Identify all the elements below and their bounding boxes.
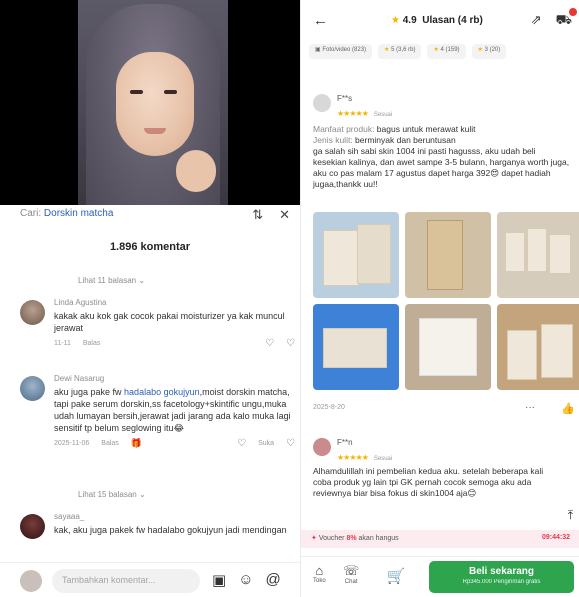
review-photo[interactable] (497, 304, 579, 390)
review-stars: ★★★★★ (337, 109, 369, 118)
review-date: 2025-8-20 (313, 404, 345, 411)
review-photo[interactable] (497, 212, 579, 298)
comment-username[interactable]: Linda Agustina (54, 298, 295, 307)
review-photo[interactable] (313, 304, 399, 390)
like-icon[interactable]: ♡ (237, 438, 246, 449)
comment-username[interactable]: Dewi Nasarug (54, 374, 295, 383)
comment-text: kakak aku kok gak cocok pakai moisturize… (54, 311, 285, 333)
chat-button[interactable]: ☏ Chat (343, 563, 359, 585)
cart-badge (569, 8, 577, 16)
chevron-down-icon: ⌄ (138, 276, 146, 285)
star-icon: ★ (384, 47, 390, 53)
reply-button[interactable]: Balas (101, 440, 119, 447)
chat-icon: ☏ (343, 563, 360, 578)
star-icon: ★ (391, 15, 400, 26)
comment-count: 1.896 komentar (109, 241, 191, 253)
review-photo[interactable] (405, 212, 491, 298)
image-icon[interactable]: ▣ (212, 571, 226, 589)
avatar[interactable] (20, 376, 45, 401)
comment-text: kak, aku juga pakek fw hadalabo gokujyun… (54, 525, 287, 535)
comment-item: Linda Agustina kakak aku kok gak cocok p… (20, 298, 295, 358)
mention-icon[interactable]: @ (266, 571, 281, 589)
thumbs-up-icon[interactable]: 👍 (561, 402, 575, 415)
buy-now-button[interactable]: Beli sekarang Rp345.000 Pengiriman grati… (429, 561, 574, 593)
share-icon[interactable]: ⇗ (531, 12, 542, 30)
view-replies-toggle[interactable]: Lihat 15 balasan ⌄ (78, 490, 146, 499)
emoji-icon[interactable]: ☺ (238, 571, 253, 589)
comment-time: 2025-11-06 (54, 440, 90, 447)
add-cart-icon: 🛒 (386, 568, 406, 585)
rating-value: 4.9 (402, 15, 417, 26)
search-hint-keyword[interactable]: Dorskin matcha (44, 208, 113, 219)
comment-item: sayaaa_ kak, aku juga pakek fw hadalabo … (20, 512, 295, 558)
scroll-to-top-icon[interactable]: ⤒ (568, 508, 573, 523)
dislike-icon[interactable]: ♡ (286, 338, 295, 349)
comment-mention-link[interactable]: hadalabo gokujyun (124, 387, 200, 397)
back-arrow-icon[interactable]: ← (313, 12, 328, 29)
filter-icon[interactable]: ⇅ (252, 207, 263, 223)
avatar[interactable] (20, 514, 45, 539)
rating-summary: ★ 4.9 Ulasan (4 rb) (391, 15, 483, 26)
comment-input[interactable]: Tambahkan komentar... (52, 569, 200, 593)
add-to-cart-button[interactable]: 🛒 (377, 563, 415, 591)
review-tag: Sesuai (373, 112, 393, 118)
review-stars: ★★★★★ (337, 453, 369, 462)
comment-text: aku juga pake fw hadalabo gokujyun,moist… (54, 387, 291, 433)
dislike-icon[interactable]: ♡ (286, 438, 295, 449)
reviewer-name: F**n (337, 438, 353, 447)
avatar (313, 438, 331, 456)
video-comments-panel: Cari: Dorskin matcha ⇅ ✕ 1.896 komentar … (0, 0, 300, 597)
comment-username[interactable]: sayaaa_ (54, 512, 295, 521)
voucher-timer: 09:44:32 (541, 534, 570, 541)
star-icon: ★ (433, 47, 439, 53)
product-reviews-panel: ← ★ 4.9 Ulasan (4 rb) ⇗ ⛟ ▣ Foto/video (… (300, 0, 579, 597)
comment-composer: Tambahkan komentar... ▣ ☺ @ (0, 562, 300, 597)
avatar[interactable] (20, 300, 45, 325)
close-icon[interactable]: ✕ (279, 207, 290, 223)
review-tag: Sesuai (373, 456, 393, 462)
emoji-icon: 🎁 (130, 438, 143, 448)
reply-button[interactable]: Balas (83, 340, 101, 347)
voucher-icon: ✦ (311, 535, 317, 542)
chevron-down-icon: ⌄ (138, 490, 146, 499)
review-text: Alhamdulillah ini pembelian kedua aku. s… (313, 466, 544, 498)
like-icon[interactable]: ♡ (265, 338, 274, 349)
review-item: F**n ★★★★★ Sesuai Alhamdulillah ini pembe… (313, 438, 575, 528)
reviewer-name: F**s (337, 94, 353, 103)
review-item: F**s ★★★★★ Sesuai Manfaat produk: bagus u… (313, 94, 579, 424)
camera-icon: ▣ (315, 47, 321, 53)
video-frame-woman (78, 0, 228, 205)
reviews-count: Ulasan (4 rb) (422, 15, 483, 26)
search-hint[interactable]: Cari: Dorskin matcha (20, 208, 113, 219)
store-icon: ⌂ (315, 563, 324, 578)
review-photo[interactable] (313, 212, 399, 298)
purchase-bar: ⌂ Toko ☏ Chat 🛒 Beli sekarang Rp345.000 … (301, 556, 579, 597)
store-button[interactable]: ⌂ Toko (313, 563, 326, 584)
comment-item: Dewi Nasarug aku juga pake fw hadalabo g… (20, 374, 295, 474)
video-player[interactable] (0, 0, 300, 205)
reviews-header: ← ★ 4.9 Ulasan (4 rb) ⇗ ⛟ (301, 0, 579, 36)
like-count: Suka (258, 440, 275, 447)
star-icon: ★ (477, 47, 483, 53)
review-text: Manfaat produk: bagus untuk merawat kuli… (313, 124, 570, 189)
voucher-banner[interactable]: ✦ Voucher 8% akan hangus 09:44:32 (301, 530, 579, 548)
review-filters: ▣ Foto/video (823) ★ 5 (3,6 rb) ★ 4 (159… (309, 44, 507, 59)
filter-chip-3-star[interactable]: ★ 3 (20) (471, 44, 507, 59)
filter-chip-5-star[interactable]: ★ 5 (3,6 rb) (378, 44, 422, 59)
review-photo[interactable] (405, 304, 491, 390)
avatar (20, 570, 42, 592)
comment-time: 11-11 (54, 340, 71, 347)
view-replies-toggle[interactable]: Lihat 11 balasan ⌄ (78, 276, 145, 285)
review-photos (313, 212, 579, 390)
filter-chip-4-star[interactable]: ★ 4 (159) (427, 44, 466, 59)
more-icon[interactable]: ··· (525, 402, 535, 413)
filter-chip-media[interactable]: ▣ Foto/video (823) (309, 44, 373, 59)
avatar (313, 94, 331, 112)
